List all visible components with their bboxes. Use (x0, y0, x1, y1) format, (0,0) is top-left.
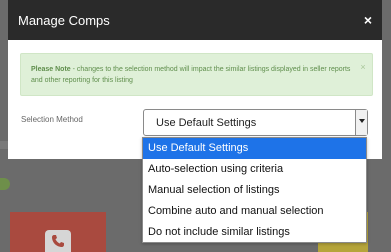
selection-method-select[interactable]: Use Default Settings (143, 109, 368, 136)
background-content (0, 141, 8, 149)
chevron-down-icon[interactable] (355, 110, 367, 135)
option-auto-selection[interactable]: Auto-selection using criteria (143, 159, 366, 180)
alert-note-label: Please Note (31, 66, 71, 73)
modal-title: Manage Comps (18, 13, 110, 28)
option-use-default-settings[interactable]: Use Default Settings (143, 138, 366, 159)
manage-comps-modal: Manage Comps × Please Note - changes to … (8, 0, 382, 159)
option-manual-selection[interactable]: Manual selection of listings (143, 180, 366, 201)
alert-message: Please Note - changes to the selection m… (31, 64, 351, 86)
selection-method-options: Use Default Settings Auto-selection usin… (142, 137, 367, 243)
selection-method-label: Selection Method (21, 115, 83, 124)
close-icon[interactable]: × (360, 11, 376, 29)
note-alert: Please Note - changes to the selection m… (20, 53, 373, 96)
phone-icon (45, 230, 71, 252)
option-do-not-include[interactable]: Do not include similar listings (143, 222, 366, 243)
alert-body: - changes to the selection method will i… (31, 66, 351, 84)
select-value: Use Default Settings (156, 117, 257, 129)
alert-close-icon[interactable]: × (358, 62, 368, 72)
modal-header: Manage Comps × (8, 0, 382, 40)
option-combine-auto-manual[interactable]: Combine auto and manual selection (143, 201, 366, 222)
